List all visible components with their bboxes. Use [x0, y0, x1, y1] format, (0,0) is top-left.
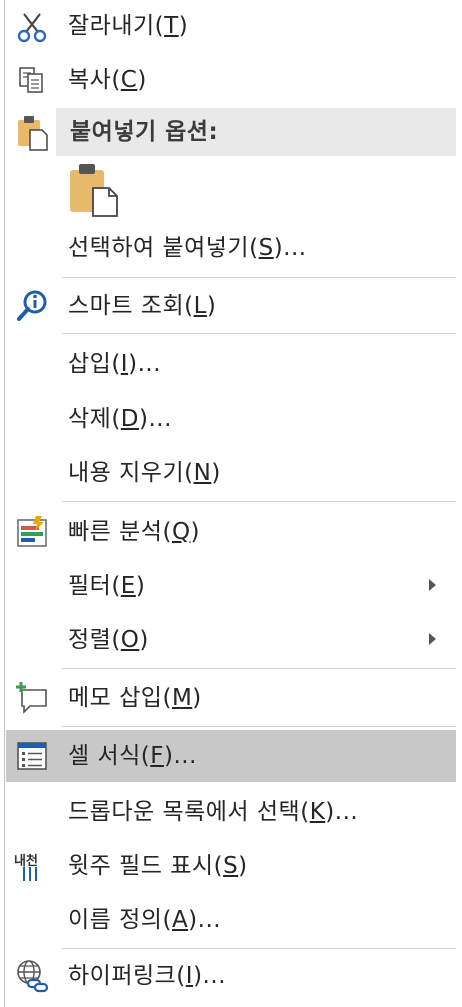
separator — [62, 948, 456, 949]
phonetic-bars — [23, 867, 37, 881]
quick-analysis-icon — [17, 516, 47, 547]
separator — [62, 501, 456, 502]
submenu-arrow-icon — [429, 579, 436, 591]
menu-item-delete[interactable]: 삭제(D)... — [6, 393, 456, 445]
menu-item-show-phonetic[interactable]: 내천 윗주 필드 표시(S) — [6, 840, 456, 892]
menu-item-pick-from-list[interactable]: 드롭다운 목록에서 선택(K)... — [6, 786, 456, 838]
separator — [62, 726, 456, 727]
phonetic-guide-icon: 내천 — [14, 848, 50, 884]
paste-icon — [18, 116, 48, 151]
paste-options-header: 붙여넣기 옵션: — [56, 108, 456, 156]
separator — [62, 668, 456, 669]
scissors-icon — [17, 13, 47, 43]
menu-item-paste-special[interactable]: 선택하여 붙여넣기(S)... — [6, 222, 456, 274]
separator — [62, 333, 456, 334]
separator — [62, 277, 456, 278]
smart-lookup-icon — [17, 290, 47, 321]
menu-left-border — [4, 0, 5, 1007]
menu-item-cut[interactable]: 잘라내기(T) — [6, 0, 456, 52]
format-cells-icon — [17, 742, 47, 770]
new-note-icon — [16, 682, 47, 714]
menu-item-smart-lookup[interactable]: 스마트 조회(L) — [6, 280, 456, 332]
menu-item-copy[interactable]: 복사(C) — [6, 54, 456, 106]
hyperlink-icon — [17, 960, 49, 993]
menu-item-hyperlink[interactable]: 하이퍼링크(I)... — [6, 950, 456, 1002]
menu-item-insert-note[interactable]: 메모 삽입(M) — [6, 672, 456, 724]
menu-item-clear-contents[interactable]: 내용 지우기(N) — [6, 447, 456, 499]
paste-option-button[interactable] — [68, 162, 120, 218]
copy-icon — [19, 67, 43, 93]
menu-item-filter[interactable]: 필터(E) — [6, 560, 456, 612]
menu-item-insert[interactable]: 삽입(I)... — [6, 338, 456, 390]
context-menu: 잘라내기(T) 복사(C) 붙여넣기 옵션: 선택하여 붙여넣기(S)... 스… — [0, 0, 462, 1007]
menu-item-quick-analysis[interactable]: 빠른 분석(Q) — [6, 506, 456, 558]
menu-item-sort[interactable]: 정렬(O) — [6, 614, 456, 666]
menu-item-define-name[interactable]: 이름 정의(A)... — [6, 894, 456, 946]
submenu-arrow-icon — [429, 633, 436, 645]
menu-item-format-cells[interactable]: 셀 서식(F)... — [6, 730, 456, 782]
